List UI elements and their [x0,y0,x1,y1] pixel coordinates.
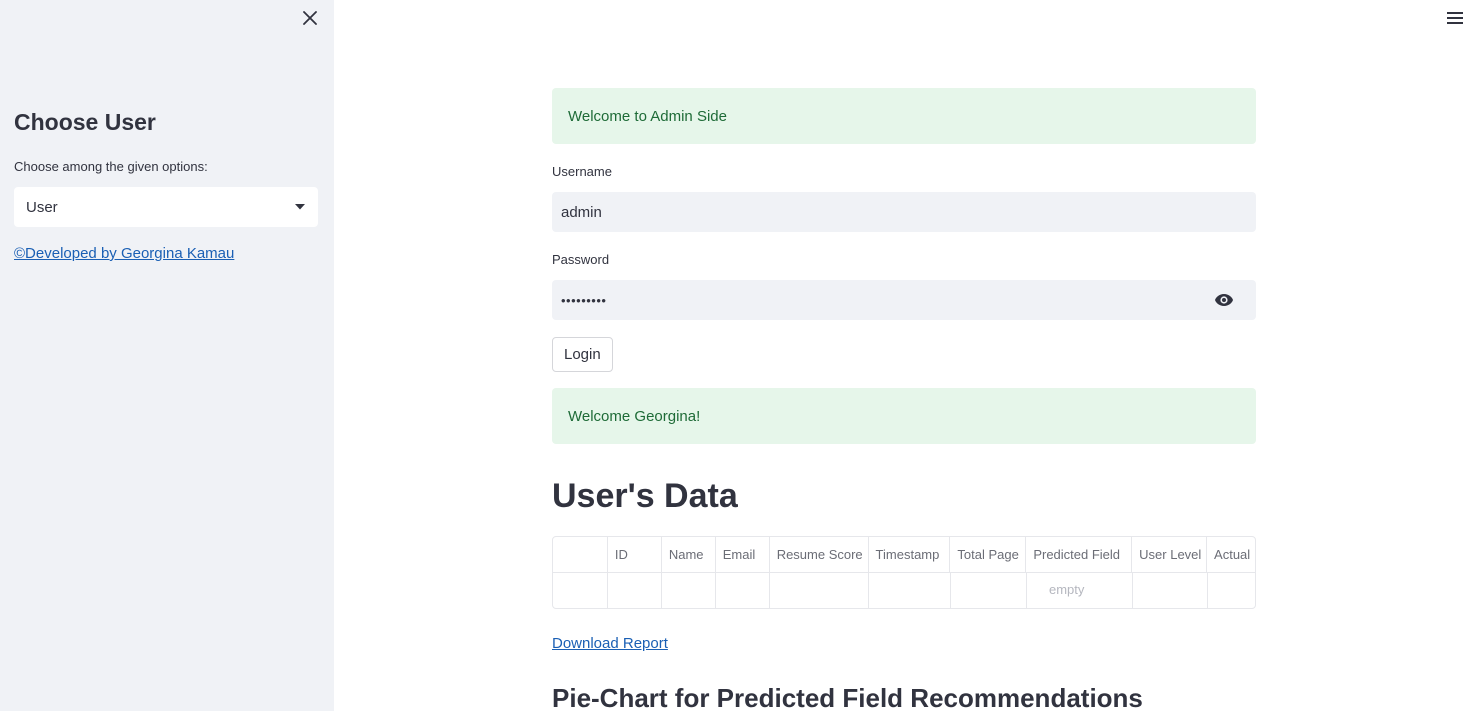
user-select[interactable]: User [14,187,318,227]
username-input[interactable]: admin [552,192,1256,232]
password-label: Password [552,252,610,267]
table-header-name[interactable]: Name [662,537,716,572]
user-select-value: User [26,198,58,216]
table-header-actual[interactable]: Actual [1207,537,1255,572]
table-body: empty [553,573,1255,608]
table-header-index [553,537,608,572]
user-select-label: Choose among the given options: [14,159,208,174]
table-empty-text: empty [1049,582,1085,597]
show-password-toggle[interactable] [1213,289,1235,311]
admin-welcome-text: Welcome to Admin Side [568,107,727,125]
pie-chart-heading: Pie-Chart for Predicted Field Recommenda… [552,683,1143,711]
login-button[interactable]: Login [552,337,613,372]
user-welcome-text: Welcome Georgina! [568,407,701,425]
table-header-resume-score[interactable]: Resume Score [770,537,869,572]
hamburger-menu-icon [1447,12,1463,14]
admin-welcome-alert: Welcome to Admin Side [552,88,1256,144]
table-header-timestamp[interactable]: Timestamp [869,537,951,572]
password-input[interactable]: ••••••••• [552,280,1256,320]
password-value: ••••••••• [561,292,607,308]
username-label: Username [552,164,612,179]
caret-down-icon [295,204,305,210]
eye-icon [1215,294,1233,306]
sidebar: Choose User Choose among the given optio… [0,0,334,711]
close-sidebar-button[interactable] [299,7,321,29]
users-data-heading: User's Data [552,477,738,515]
table-header-predicted-field[interactable]: Predicted Field [1026,537,1133,572]
table-header-id[interactable]: ID [608,537,662,572]
main-menu-button[interactable] [1444,8,1466,28]
table-header-user-level[interactable]: User Level [1132,537,1208,572]
table-header-row: ID Name Email Resume Score Timestamp Tot… [553,537,1255,573]
table-header-email[interactable]: Email [716,537,770,572]
users-data-table[interactable]: ID Name Email Resume Score Timestamp Tot… [552,536,1256,609]
username-value: admin [561,203,602,221]
sidebar-title: Choose User [14,109,156,135]
table-header-total-page[interactable]: Total Page [950,537,1027,572]
close-icon [303,11,317,25]
developer-credit-link[interactable]: ©Developed by Georgina Kamau [14,245,234,262]
download-report-link[interactable]: Download Report [552,635,668,652]
user-welcome-alert: Welcome Georgina! [552,388,1256,444]
